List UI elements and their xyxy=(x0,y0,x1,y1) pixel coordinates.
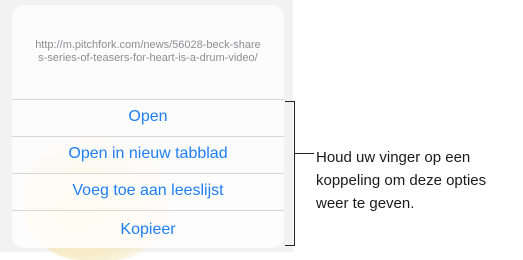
copy-button[interactable]: Kopieer xyxy=(12,210,284,248)
link-action-sheet: http://m.pitchfork.com/news/56028-beck-s… xyxy=(12,5,284,248)
callout-leader-line xyxy=(294,153,314,154)
callout-bracket xyxy=(285,101,295,246)
callout-text: Houd uw vinger op een koppeling om deze … xyxy=(316,149,487,212)
open-in-new-tab-button[interactable]: Open in nieuw tabblad xyxy=(12,136,284,171)
link-url-header: http://m.pitchfork.com/news/56028-beck-s… xyxy=(12,5,284,99)
open-button[interactable]: Open xyxy=(12,99,284,134)
link-url: http://m.pitchfork.com/news/56028-beck-s… xyxy=(35,39,261,64)
add-to-reading-list-button[interactable]: Voeg toe aan leeslijst xyxy=(12,173,284,208)
